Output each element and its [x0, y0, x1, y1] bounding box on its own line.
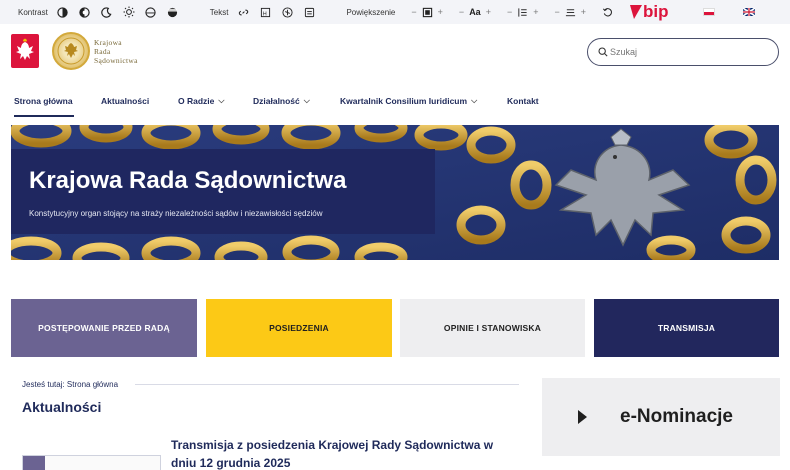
readable-font-icon[interactable]: H [258, 5, 272, 19]
tile-broadcast[interactable]: TRANSMISJA [594, 299, 779, 357]
nav-item-news[interactable]: Aktualności [101, 96, 149, 106]
logo-line-3: Sądownictwa [94, 56, 138, 65]
nav-item-home[interactable]: Strona główna [14, 96, 73, 106]
zoom-label: Powiększenie [346, 7, 396, 17]
main-nav: Strona główna Aktualności O Radzie ⌵ Dzi… [0, 88, 790, 118]
line-height-control[interactable]: − + [507, 7, 539, 18]
letter-spacing-icon [565, 8, 575, 16]
bip-logo[interactable]: bip [630, 2, 669, 21]
nav-item-label: Kwartalnik Consilium Iuridicum [340, 96, 468, 106]
search-box[interactable] [587, 38, 779, 66]
accessibility-toolbar: Kontrast Tekst H Powiększenie − + − Aa + [0, 0, 790, 24]
hero-title: Krajowa Rada Sądownictwa [29, 167, 347, 194]
dark-mode-icon[interactable] [100, 5, 114, 19]
polish-emblem-icon[interactable] [11, 34, 39, 68]
contrast-invert-icon[interactable] [78, 5, 92, 19]
tile-label: OPINIE I STANOWISKA [443, 323, 542, 333]
tile-label: TRANSMISJA [657, 323, 716, 333]
play-icon [578, 410, 587, 424]
saturation-icon[interactable] [166, 5, 180, 19]
letter-spacing-plus-button[interactable]: + [581, 7, 586, 17]
nav-item-label: Kontakt [507, 96, 539, 106]
font-size-plus-button[interactable]: + [486, 7, 491, 17]
contrast-high-icon[interactable] [56, 5, 70, 19]
site-logo-text[interactable]: Krajowa Rada Sądownictwa [94, 38, 138, 65]
tile-label: POSIEDZENIA [269, 323, 329, 333]
nav-item-label: Aktualności [101, 96, 150, 106]
letter-spacing-control[interactable]: − + [555, 7, 587, 18]
zoom-minus-button[interactable]: − [411, 7, 416, 17]
text-label: Tekst [209, 7, 229, 17]
zoom-page-icon [422, 7, 432, 17]
enominations-label: e-Nominacje [620, 406, 733, 427]
nav-item-label: Strona główna [14, 96, 73, 106]
chevron-down-icon: ⌵ [218, 96, 225, 105]
font-size-label: Aa [469, 7, 481, 17]
search-icon [598, 47, 608, 57]
reset-icon[interactable] [600, 5, 614, 19]
breadcrumb-divider [135, 384, 519, 385]
line-height-icon [518, 7, 527, 17]
hero-text-box: Krajowa Rada Sądownictwa Konstytucyjny o… [11, 149, 435, 234]
nav-item-about[interactable]: O Radzie ⌵ [178, 96, 224, 106]
font-size-control[interactable]: − Aa + [459, 7, 491, 17]
news-heading: Aktualności [22, 399, 102, 415]
logo-line-1: Krajowa [94, 38, 122, 47]
logo-line-2: Rada [94, 47, 111, 56]
text-to-speech-icon[interactable] [280, 5, 294, 19]
nav-item-label: O Radzie [178, 96, 215, 106]
link-highlight-icon[interactable] [236, 5, 250, 19]
chevron-down-icon: ⌵ [471, 96, 478, 105]
enominations-button[interactable]: e-Nominacje [542, 378, 780, 456]
tile-proceedings[interactable]: POSTĘPOWANIE PRZED RADĄ [11, 299, 197, 357]
bip-text: bip [643, 2, 669, 21]
nav-item-activity[interactable]: Działalność ⌵ [253, 96, 310, 106]
breadcrumb: Jesteś tutaj: Strona główna [22, 380, 119, 389]
grayscale-icon[interactable] [144, 5, 158, 19]
chevron-down-icon: ⌵ [303, 96, 310, 105]
search-input[interactable] [610, 47, 770, 57]
english-flag-icon[interactable] [742, 8, 755, 16]
tile-label: POSTĘPOWANIE PRZED RADĄ [38, 323, 170, 333]
zoom-plus-button[interactable]: + [438, 7, 443, 17]
light-mode-icon[interactable] [122, 5, 136, 19]
polish-flag-icon[interactable] [702, 8, 715, 16]
zoom-control[interactable]: − + [411, 7, 443, 18]
nav-item-contact[interactable]: Kontakt [507, 96, 539, 106]
line-height-minus-button[interactable]: − [507, 7, 512, 17]
nav-item-quarterly[interactable]: Kwartalnik Consilium Iuridicum ⌵ [340, 96, 477, 106]
nav-active-underline [14, 115, 74, 117]
svg-text:H: H [263, 11, 267, 17]
line-height-plus-button[interactable]: + [533, 7, 538, 17]
thumbnail-accent [23, 456, 45, 470]
news-thumbnail[interactable] [22, 455, 161, 470]
nav-item-label: Działalność [253, 96, 300, 106]
site-header: Krajowa Rada Sądownictwa [0, 24, 790, 80]
news-item-title[interactable]: Transmisja z posiedzenia Krajowej Rady S… [171, 436, 516, 470]
letter-spacing-minus-button[interactable]: − [555, 7, 560, 17]
reading-mode-icon[interactable] [302, 5, 316, 19]
krs-seal-logo[interactable] [52, 32, 90, 70]
hero-banner: Krajowa Rada Sądownictwa Konstytucyjny o… [11, 125, 779, 260]
contrast-label: Kontrast [18, 7, 48, 17]
tile-sessions[interactable]: POSIEDZENIA [206, 299, 392, 357]
font-size-minus-button[interactable]: − [459, 7, 464, 17]
tile-opinions[interactable]: OPINIE I STANOWISKA [400, 299, 585, 357]
hero-subtitle: Konstytucyjny organ stojący na straży ni… [29, 209, 323, 218]
